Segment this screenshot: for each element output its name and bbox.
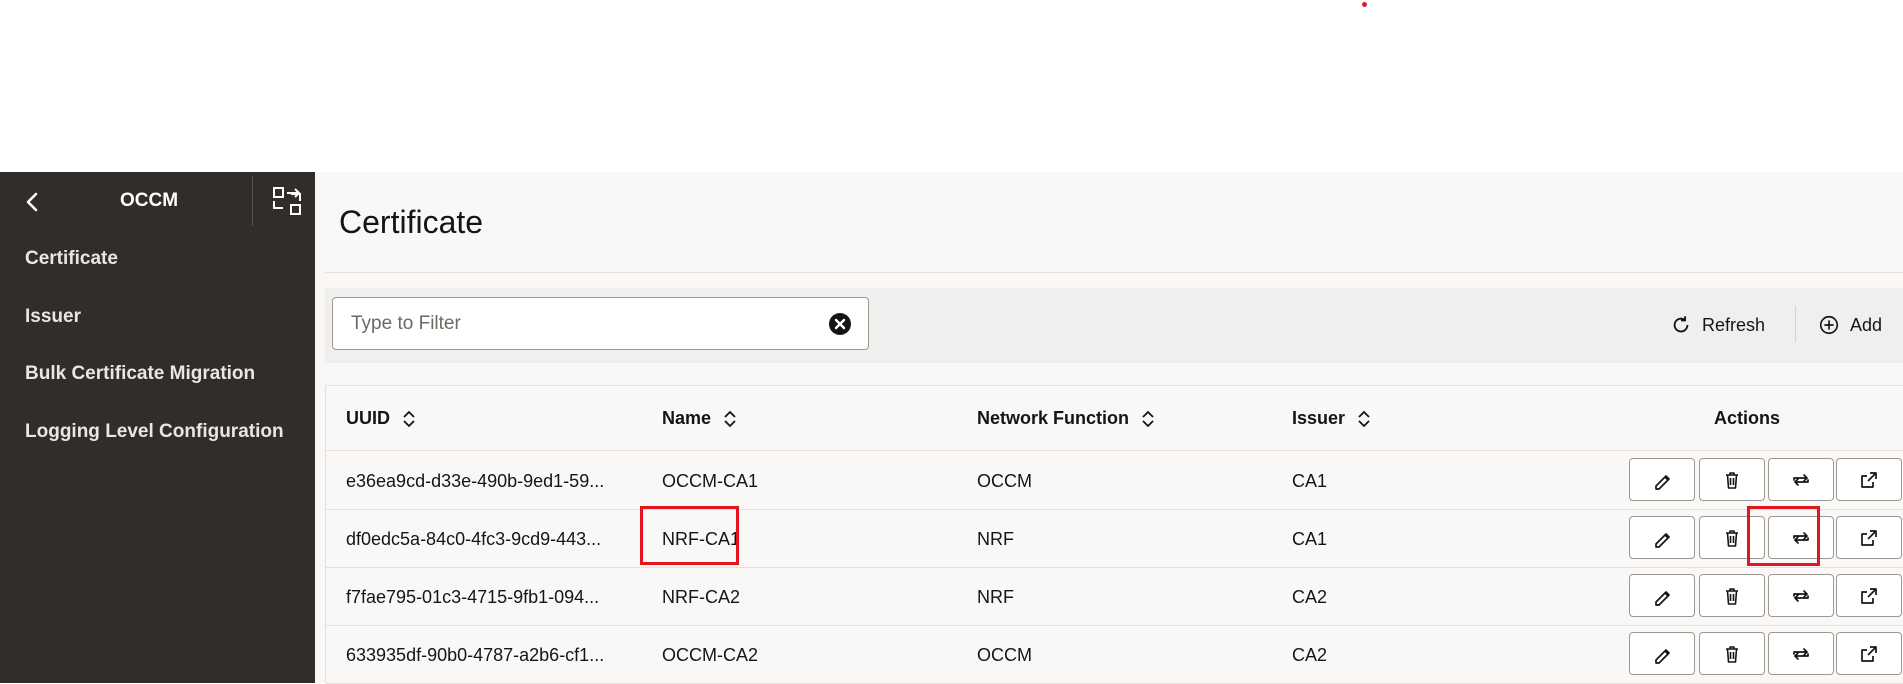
uuid-cell: 633935df-90b0-4787-a2b6-cf1... [346,645,605,665]
column-header-label: Name [662,408,712,428]
column-header-uuid[interactable]: UUID [346,408,416,429]
sort-icon [403,410,415,427]
table-row[interactable]: e36ea9cd-d33e-490b-9ed1-59... OCCM-CA1 OCC… [326,452,1903,510]
renew-button[interactable] [1768,516,1834,559]
refresh-icon [1673,316,1689,333]
renew-button[interactable] [1768,632,1834,675]
delete-button[interactable] [1699,632,1765,675]
open-details-button[interactable] [1836,574,1902,617]
add-circle-icon [1819,315,1839,335]
clear-icon[interactable] [828,312,852,336]
name-cell: OCCM-CA2 [662,645,759,665]
name-cell: NRF-CA1 [662,529,741,549]
open-external-icon [1861,529,1877,546]
renew-icon [1793,473,1809,486]
filter-input[interactable] [351,298,811,349]
main-content: Certificate Refresh Add [315,172,1903,684]
add-button[interactable]: Add [1818,308,1882,342]
open-details-button[interactable] [1836,632,1902,675]
sidebar-header-divider [252,176,253,226]
pencil-icon [1655,648,1670,664]
delete-button[interactable] [1699,458,1765,501]
trash-icon [1726,471,1738,489]
renew-icon [1793,531,1809,544]
column-header-issuer[interactable]: Issuer [1292,408,1371,429]
network-function-cell: OCCM [977,471,1032,491]
sidebar-nav: Certificate Issuer Bulk Certificate Migr… [0,248,315,478]
trash-icon [1726,587,1738,605]
open-external-icon [1861,471,1877,488]
uuid-cell: f7fae795-01c3-4715-9fb1-094... [346,587,600,607]
filter-field [332,297,869,350]
sidebar-item-certificate[interactable]: Certificate [0,248,315,306]
renew-icon [1793,647,1809,660]
trash-icon [1726,645,1738,663]
edit-button[interactable] [1629,632,1695,675]
column-header-network-function[interactable]: Network Function [977,408,1155,429]
column-header-label: Network Function [977,408,1129,428]
table-row[interactable]: 633935df-90b0-4787-a2b6-cf1... OCCM-CA2 OC… [326,626,1903,684]
issuer-cell: CA2 [1292,587,1328,607]
column-header-label: Issuer [1292,408,1346,428]
column-header-label: UUID [346,408,390,428]
refresh-button[interactable]: Refresh [1670,308,1765,342]
issuer-cell: CA2 [1292,645,1328,665]
name-cell: NRF-CA2 [662,587,741,607]
sidebar-item-issuer[interactable]: Issuer [0,306,315,364]
title-divider [325,272,1903,273]
sort-icon [1142,410,1154,427]
sidebar: OCCM Certificate Issuer Bulk Certificate… [0,172,315,683]
issuer-cell: CA1 [1292,471,1328,491]
sidebar-item-label: Bulk Certificate Migration [25,363,256,384]
issuer-cell: CA1 [1292,529,1328,549]
sort-icon [1358,410,1370,427]
column-header-name[interactable]: Name [662,408,737,429]
page-title: Certificate [339,204,484,240]
pencil-icon [1655,532,1670,548]
uuid-cell: e36ea9cd-d33e-490b-9ed1-59... [346,471,605,491]
renew-button[interactable] [1768,458,1834,501]
sidebar-header: OCCM [0,172,315,230]
renew-icon [1793,589,1809,602]
sidebar-item-label: Issuer [25,305,81,327]
trash-icon [1726,529,1738,547]
renew-button[interactable] [1768,574,1834,617]
edit-button[interactable] [1629,516,1695,559]
edit-button[interactable] [1629,574,1695,617]
red-dot-marker [1362,2,1367,7]
pencil-icon [1655,474,1670,490]
sort-icon [724,410,736,427]
sidebar-item-label: Certificate [25,248,118,269]
network-function-cell: NRF [977,529,1014,549]
pencil-icon [1655,590,1670,606]
toolbar: Refresh Add [325,288,1903,363]
column-header-actions: Actions [1714,408,1780,429]
table-row[interactable]: df0edc5a-84c0-4fc3-9cd9-443... NRF-CA1 NRF… [326,510,1903,568]
table-header: UUID Name Network Function Issuer Action… [326,386,1903,451]
toolbar-divider [1795,306,1796,342]
refresh-label: Refresh [1702,314,1766,335]
delete-button[interactable] [1699,516,1765,559]
delete-button[interactable] [1699,574,1765,617]
network-function-cell: NRF [977,587,1014,607]
column-header-label: Actions [1714,408,1781,428]
uuid-cell: df0edc5a-84c0-4fc3-9cd9-443... [346,529,602,549]
open-details-button[interactable] [1836,458,1902,501]
open-details-button[interactable] [1836,516,1902,559]
sidebar-item-logging-level-configuration[interactable]: Logging Level Configuration [0,421,315,479]
add-label: Add [1850,314,1883,335]
edit-button[interactable] [1629,458,1695,501]
swap-panel-icon[interactable] [271,185,303,217]
name-cell: OCCM-CA1 [662,471,759,491]
certificate-table: UUID Name Network Function Issuer Action… [325,385,1903,684]
sidebar-item-label: Logging Level Configuration [25,420,284,442]
top-blank-area [0,0,1903,172]
network-function-cell: OCCM [977,645,1032,665]
sidebar-title: OCCM [119,190,179,211]
table-row[interactable]: f7fae795-01c3-4715-9fb1-094... NRF-CA2 NRF… [326,568,1903,626]
open-external-icon [1861,645,1877,662]
sidebar-item-bulk-certificate-migration[interactable]: Bulk Certificate Migration [0,363,315,421]
open-external-icon [1861,587,1877,604]
chevron-left-icon[interactable] [20,189,46,215]
